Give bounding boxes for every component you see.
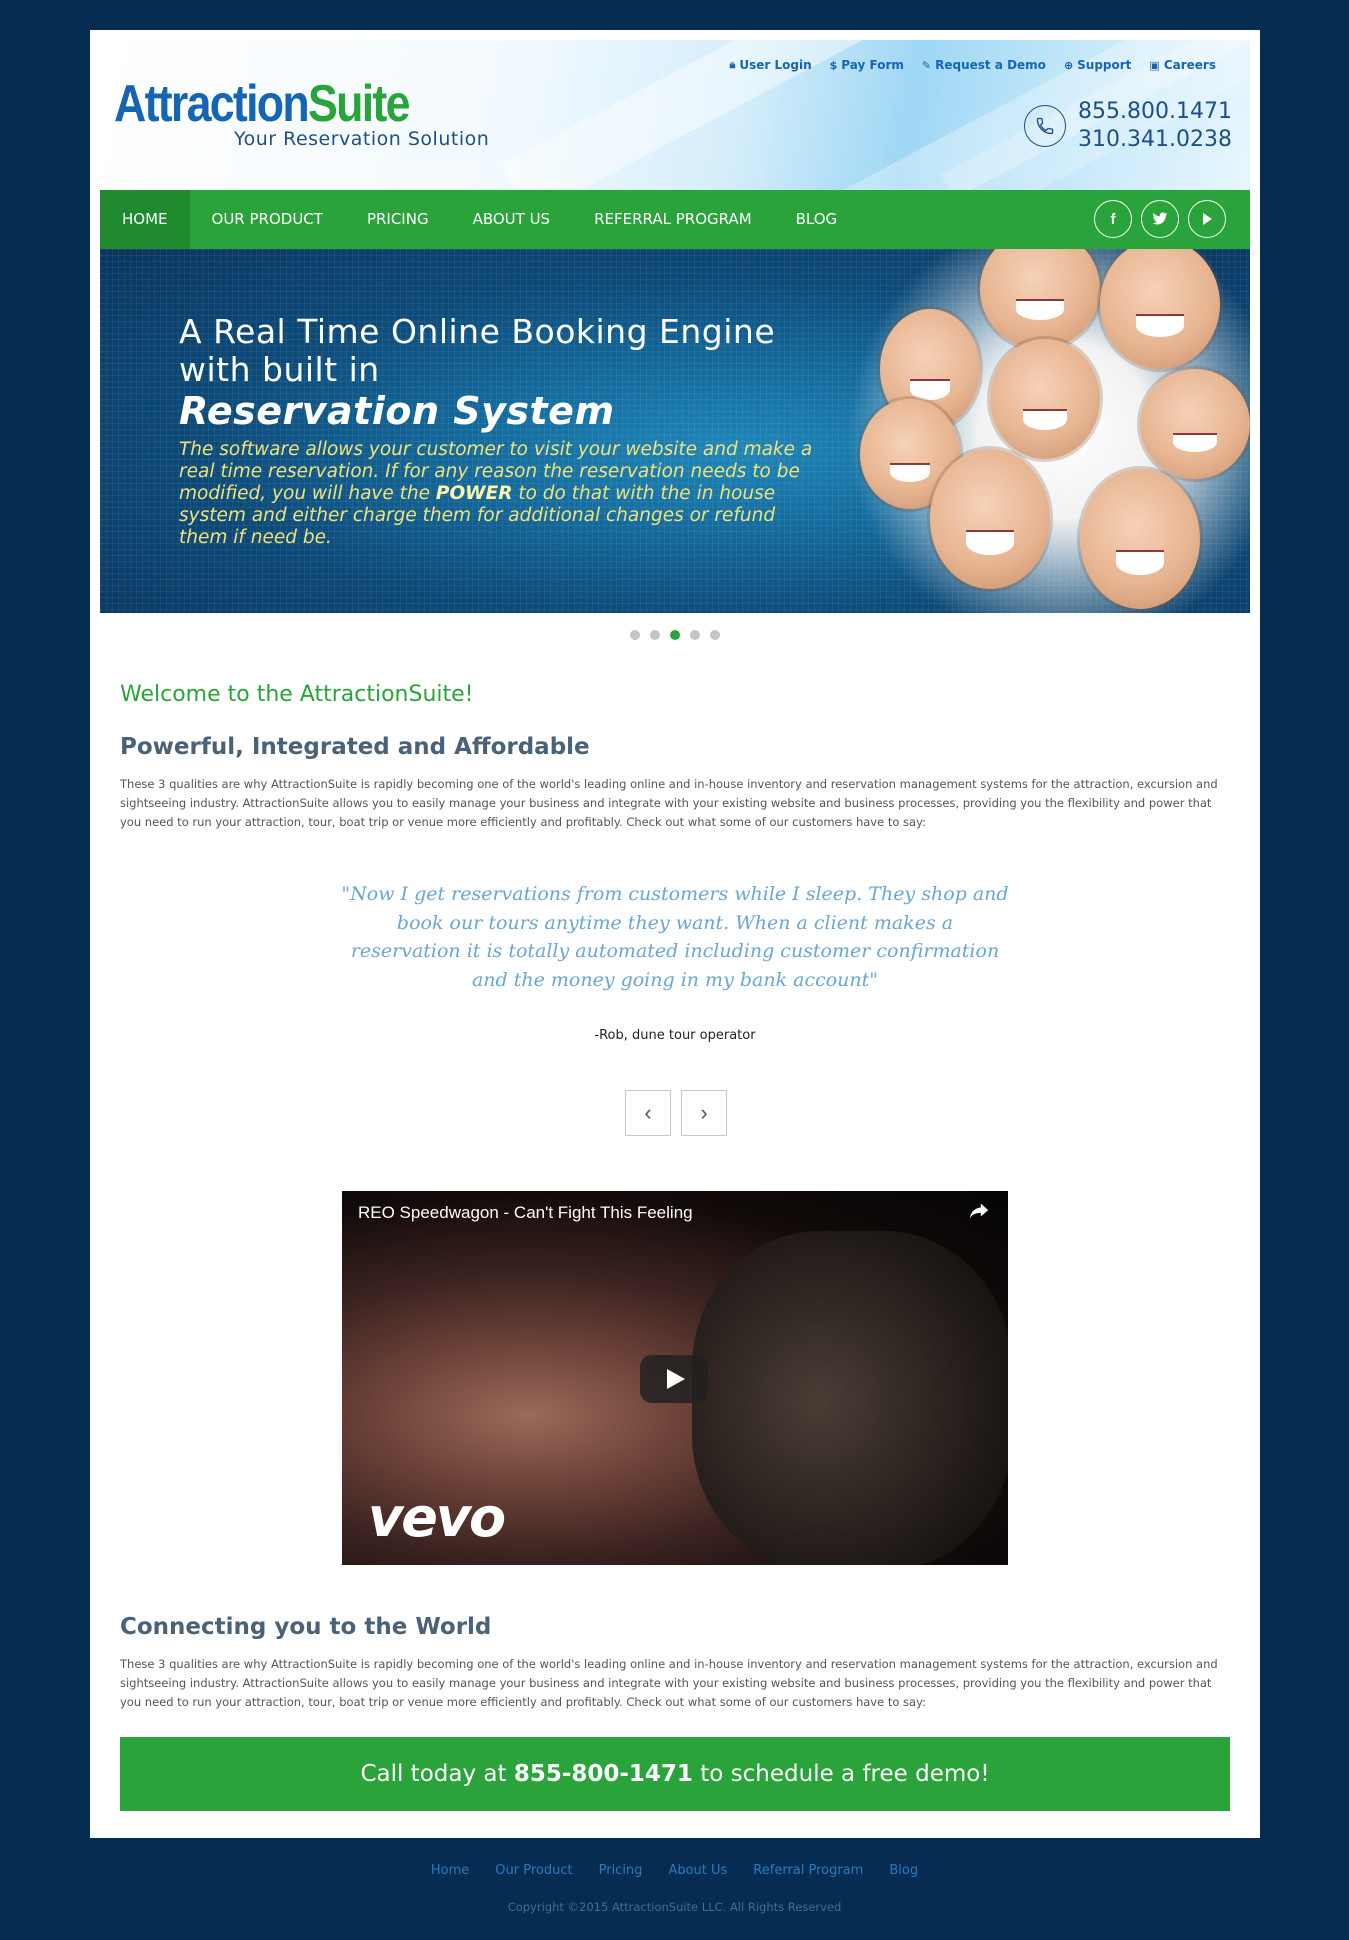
call-to-action-banner[interactable]: Call today at 855-800-1471 to schedule a… (120, 1737, 1230, 1811)
support-label: Support (1077, 58, 1132, 72)
video-title[interactable]: REO Speedwagon - Can't Fight This Feelin… (358, 1203, 693, 1223)
footer-link-blog[interactable]: Blog (889, 1863, 918, 1878)
pay-form-link[interactable]: $ Pay Form (830, 58, 904, 72)
share-icon[interactable] (968, 1201, 990, 1227)
carousel-dot-3[interactable] (670, 630, 680, 640)
social-links: f (1094, 200, 1226, 238)
site-header: AttractionSuite Your Reservation Solutio… (100, 40, 1250, 190)
carousel-dot-4[interactable] (690, 630, 700, 640)
chevron-right-icon: › (700, 1100, 708, 1125)
user-login-label: User Login (739, 58, 812, 72)
phone-number-1[interactable]: 855.800.1471 (1078, 98, 1232, 126)
play-button[interactable] (640, 1355, 708, 1403)
lock-icon: 🔒︎ (729, 58, 736, 71)
testimonial-quote: "Now I get reservations from customers w… (341, 883, 1009, 991)
phone-numbers: 855.800.1471 310.341.0238 (1078, 98, 1232, 154)
logo-text-attraction: Attraction (114, 75, 310, 133)
next-testimonial-button[interactable]: › (681, 1090, 727, 1136)
cta-text-before: Call today at (360, 1761, 514, 1787)
lifebuoy-icon: ⊕ (1063, 58, 1074, 72)
copyright: Copyright ©2015 AttractionSuite LLC. All… (507, 1900, 842, 1914)
footer-link-home[interactable]: Home (431, 1863, 469, 1878)
footer-link-referral-program[interactable]: Referral Program (753, 1863, 863, 1878)
user-login-link[interactable]: 🔒︎ User Login (730, 58, 812, 72)
tagline: Your Reservation Solution (234, 128, 490, 150)
footer-nav: Home Our Product Pricing About Us Referr… (0, 1863, 1349, 1878)
nav-item-home[interactable]: HOME (100, 190, 190, 249)
testimonial-nav: ‹ › (625, 1090, 727, 1136)
carousel-dots (90, 630, 1260, 640)
support-link[interactable]: ⊕ Support (1064, 58, 1131, 72)
cta-text-after: to schedule a free demo! (692, 1761, 990, 1787)
careers-label: Careers (1163, 58, 1216, 72)
section2-text: These 3 qualities are why AttractionSuit… (120, 1657, 1218, 1709)
carousel-dot-5[interactable] (710, 630, 720, 640)
footer-link-about-us[interactable]: About Us (668, 1863, 727, 1878)
nav-item-blog[interactable]: BLOG (774, 190, 860, 249)
footer-link-our-product[interactable]: Our Product (495, 1863, 572, 1878)
section2-heading: Connecting you to the World (120, 1614, 492, 1640)
banner-headline-line2: with built in (179, 350, 380, 389)
vevo-watermark: vevo (368, 1486, 506, 1549)
prev-testimonial-button[interactable]: ‹ (625, 1090, 671, 1136)
edit-icon: ✎ (921, 58, 932, 72)
banner-emphasis: Reservation System (179, 389, 615, 433)
section1-text: These 3 qualities are why AttractionSuit… (120, 777, 1218, 829)
nav-item-referral-program[interactable]: REFERRAL PROGRAM (572, 190, 774, 249)
carousel-dot-1[interactable] (630, 630, 640, 640)
nav-item-our-product[interactable]: OUR PRODUCT (190, 190, 345, 249)
banner-headline-line1: A Real Time Online Booking Engine (179, 312, 776, 351)
careers-link[interactable]: ▣ Careers (1149, 58, 1216, 72)
section1-heading: Powerful, Integrated and Affordable (120, 734, 590, 760)
banner-body: The software allows your customer to vis… (179, 439, 819, 549)
carousel-dot-2[interactable] (650, 630, 660, 640)
footer-link-pricing[interactable]: Pricing (599, 1863, 643, 1878)
nav-item-about-us[interactable]: ABOUT US (451, 190, 573, 249)
banner-people-image (840, 249, 1250, 613)
nav-item-pricing[interactable]: PRICING (345, 190, 451, 249)
page-container: AttractionSuite Your Reservation Solutio… (90, 30, 1260, 1838)
banner-body-power: POWER (435, 483, 513, 504)
pay-form-label: Pay Form (841, 58, 904, 72)
dollar-icon: $ (829, 58, 838, 72)
logo[interactable]: AttractionSuite (114, 75, 410, 133)
phone-number-2[interactable]: 310.341.0238 (1078, 126, 1232, 154)
main-nav: HOME OUR PRODUCT PRICING ABOUT US REFERR… (100, 190, 1250, 249)
logo-text-suite: Suite (307, 75, 410, 133)
hero-banner: A Real Time Online Booking Engine with b… (100, 249, 1250, 613)
phone-icon (1024, 105, 1066, 147)
cta-phone: 855-800-1471 (513, 1761, 693, 1787)
request-demo-label: Request a Demo (935, 58, 1046, 72)
testimonial-author: -Rob, dune tour operator (594, 1028, 756, 1043)
briefcase-icon: ▣ (1149, 58, 1160, 72)
youtube-icon[interactable] (1188, 200, 1226, 238)
chevron-left-icon: ‹ (644, 1100, 652, 1125)
welcome-heading: Welcome to the AttractionSuite! (120, 682, 474, 707)
banner-headline: A Real Time Online Booking Engine with b… (179, 313, 775, 389)
video-player[interactable]: REO Speedwagon - Can't Fight This Feelin… (342, 1191, 1008, 1565)
facebook-icon[interactable]: f (1094, 200, 1132, 238)
twitter-icon[interactable] (1141, 200, 1179, 238)
request-demo-link[interactable]: ✎ Request a Demo (922, 58, 1046, 72)
top-links: 🔒︎ User Login $ Pay Form ✎ Request a Dem… (730, 58, 1216, 72)
